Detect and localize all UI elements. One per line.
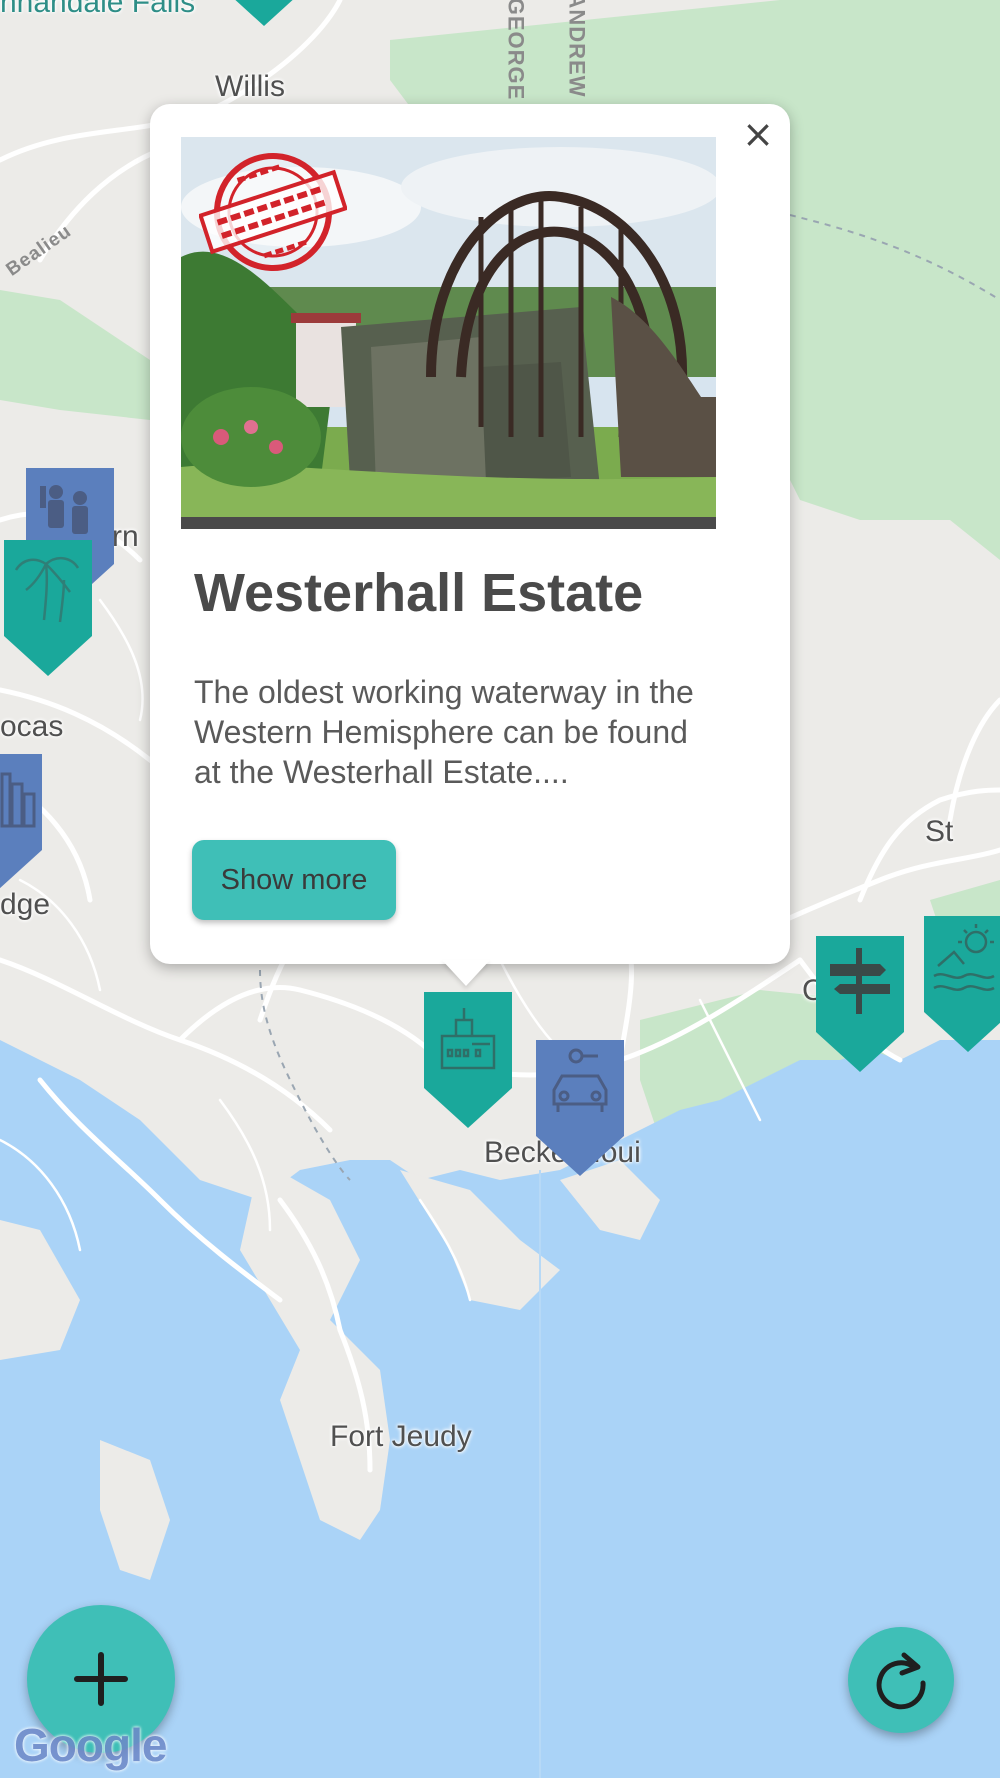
popup-pointer <box>442 960 490 986</box>
place-description: The oldest working waterway in the Weste… <box>194 674 694 790</box>
car-rental-marker-icon[interactable] <box>536 1040 624 1176</box>
refresh-button[interactable] <box>848 1627 954 1733</box>
place-label-rn: rn <box>112 520 139 553</box>
google-logo: Google <box>14 1719 167 1771</box>
place-title: Westerhall Estate <box>194 563 644 623</box>
map-view[interactable]: nnandale Falls Willis ocas dge rn St Bec… <box>0 0 1000 1778</box>
palm-tree-marker-icon[interactable] <box>4 540 92 676</box>
city-marker-icon[interactable] <box>0 754 42 890</box>
place-label-st: St <box>925 815 954 848</box>
place-photo <box>181 137 716 529</box>
road-label-andrew: ANDREW <box>564 0 590 98</box>
signpost-marker-icon[interactable] <box>816 936 904 1072</box>
place-label-fort-jeudy: Fort Jeudy <box>330 1420 472 1453</box>
photo-bottom-bar <box>181 517 716 529</box>
historical-building-stamp <box>199 147 347 277</box>
beach-marker-icon[interactable] <box>924 916 1000 1052</box>
place-label-willis: Willis <box>215 70 285 103</box>
historic-building-marker-icon[interactable] <box>424 992 512 1128</box>
show-more-button[interactable]: Show more <box>192 840 396 920</box>
road-label-george: GEORGE <box>503 0 529 101</box>
marker-top-icon[interactable] <box>220 0 308 26</box>
place-label-falls: nnandale Falls <box>0 0 196 19</box>
place-info-popup: × Westerhall Estate The oldest working w… <box>150 104 790 964</box>
place-label-dge: dge <box>0 888 51 921</box>
place-label-ocas: ocas <box>0 710 64 743</box>
close-icon[interactable]: × <box>738 114 778 154</box>
refresh-icon <box>876 1652 926 1710</box>
